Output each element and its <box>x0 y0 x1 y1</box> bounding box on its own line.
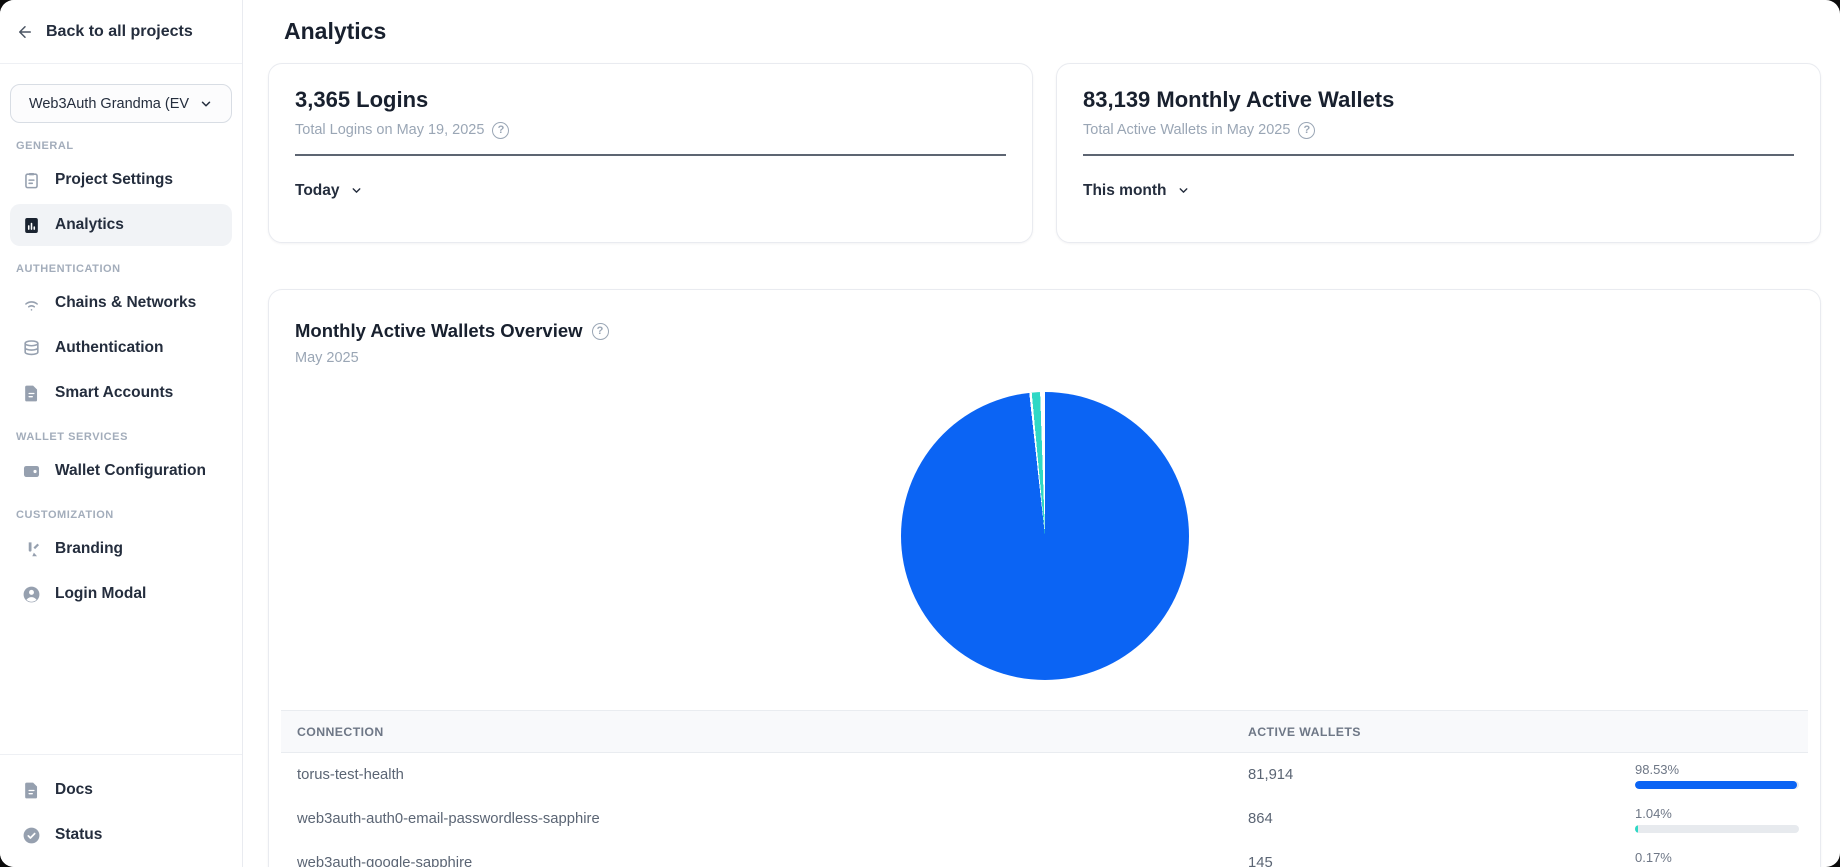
stat-cards-row: 3,365 Logins Total Logins on May 19, 202… <box>268 63 1821 243</box>
sidebar-item-branding[interactable]: Branding <box>10 528 232 570</box>
active-wallets-cell: 145 <box>1248 855 1635 867</box>
sidebar-item-label: Wallet Configuration <box>55 462 206 480</box>
chevron-down-icon <box>1177 184 1190 197</box>
section-label-authentication: AUTHENTICATION <box>16 263 226 275</box>
percent-cell: 98.53% <box>1635 762 1810 789</box>
logins-range-select[interactable]: Today <box>295 182 363 200</box>
wifi-icon <box>22 294 41 313</box>
maw-card-subtitle-row: Total Active Wallets in May 2025 ? <box>1083 122 1794 139</box>
wallet-icon <box>22 462 41 481</box>
chevron-down-icon <box>350 184 363 197</box>
overview-title: Monthly Active Wallets Overview <box>295 320 583 342</box>
sidebar-item-label: Status <box>55 826 102 844</box>
section-label-wallet-services: WALLET SERVICES <box>16 431 226 443</box>
percent-label: 0.17% <box>1635 850 1799 865</box>
maw-card-subtitle: Total Active Wallets in May 2025 <box>1083 122 1290 138</box>
sidebar-item-label: Project Settings <box>55 171 173 189</box>
percent-label: 1.04% <box>1635 806 1799 821</box>
back-button[interactable]: Back to all projects <box>0 0 242 64</box>
maw-range-select[interactable]: This month <box>1083 182 1190 200</box>
range-label: This month <box>1083 182 1167 200</box>
project-select-value: Web3Auth Grandma (EV <box>29 96 189 112</box>
table-row: web3auth-google-sapphire 145 0.17% <box>281 841 1808 867</box>
main-content: Analytics 3,365 Logins Total Logins on M… <box>243 0 1840 867</box>
project-select[interactable]: Web3Auth Grandma (EV <box>10 84 232 123</box>
sidebar-footer: Docs Status <box>0 754 242 867</box>
sidebar-item-project-settings[interactable]: Project Settings <box>10 159 232 201</box>
card-divider <box>295 154 1006 156</box>
percent-bar <box>1635 825 1799 833</box>
connection-cell: web3auth-google-sapphire <box>281 855 1248 867</box>
percent-bar-fill <box>1635 781 1797 789</box>
sidebar-item-status[interactable]: Status <box>10 814 232 856</box>
sidebar-item-label: Authentication <box>55 339 164 357</box>
sidebar-item-chains-networks[interactable]: Chains & Networks <box>10 282 232 324</box>
logins-card: 3,365 Logins Total Logins on May 19, 202… <box>268 63 1033 243</box>
overview-card: Monthly Active Wallets Overview ? May 20… <box>268 289 1821 867</box>
page-title: Analytics <box>284 18 1821 45</box>
sidebar-item-label: Smart Accounts <box>55 384 173 402</box>
maw-card-title: 83,139 Monthly Active Wallets <box>1083 86 1794 114</box>
table-header-row: CONNECTION ACTIVE WALLETS <box>281 710 1808 753</box>
sidebar-item-label: Login Modal <box>55 585 146 603</box>
section-label-general: GENERAL <box>16 140 226 152</box>
brush-icon <box>22 540 41 559</box>
sidebar-item-login-modal[interactable]: Login Modal <box>10 573 232 615</box>
sidebar-item-docs[interactable]: Docs <box>10 769 232 811</box>
check-circle-icon <box>22 826 41 845</box>
connection-cell: torus-test-health <box>281 767 1248 783</box>
range-label: Today <box>295 182 340 200</box>
overview-subtitle: May 2025 <box>269 350 1820 366</box>
arrow-left-icon <box>16 23 34 41</box>
logins-card-subtitle-row: Total Logins on May 19, 2025 ? <box>295 122 1006 139</box>
active-wallets-cell: 81,914 <box>1248 767 1635 783</box>
help-icon[interactable]: ? <box>492 122 509 139</box>
wallets-table: CONNECTION ACTIVE WALLETS torus-test-hea… <box>281 710 1808 867</box>
sidebar-item-smart-accounts[interactable]: Smart Accounts <box>10 372 232 414</box>
percent-bar-fill <box>1635 825 1638 833</box>
app-window: Back to all projects Web3Auth Grandma (E… <box>0 0 1840 867</box>
percent-cell: 0.17% <box>1635 850 1810 867</box>
analytics-icon <box>22 216 41 235</box>
connection-cell: web3auth-auth0-email-passwordless-sapphi… <box>281 811 1248 827</box>
section-label-customization: CUSTOMIZATION <box>16 509 226 521</box>
percent-label: 98.53% <box>1635 762 1799 777</box>
table-header-active-wallets: ACTIVE WALLETS <box>1248 725 1635 739</box>
table-row: torus-test-health 81,914 98.53% <box>281 753 1808 797</box>
active-wallets-cell: 864 <box>1248 811 1635 827</box>
sidebar-item-wallet-configuration[interactable]: Wallet Configuration <box>10 450 232 492</box>
percent-cell: 1.04% <box>1635 806 1810 833</box>
logins-card-title: 3,365 Logins <box>295 86 1006 114</box>
table-header-connection: CONNECTION <box>281 725 1248 739</box>
overview-title-row: Monthly Active Wallets Overview ? <box>269 320 1820 342</box>
help-icon[interactable]: ? <box>592 323 609 340</box>
chevron-down-icon <box>199 97 213 111</box>
percent-bar <box>1635 781 1799 789</box>
logins-card-subtitle: Total Logins on May 19, 2025 <box>295 122 484 138</box>
clipboard-icon <box>22 171 41 190</box>
table-row: web3auth-auth0-email-passwordless-sapphi… <box>281 797 1808 841</box>
sidebar-nav: Web3Auth Grandma (EV GENERAL Project Set… <box>0 64 242 754</box>
sidebar-item-label: Analytics <box>55 216 124 234</box>
sidebar-item-label: Branding <box>55 540 123 558</box>
sidebar-item-analytics[interactable]: Analytics <box>10 204 232 246</box>
file-icon <box>22 781 41 800</box>
back-label: Back to all projects <box>46 23 193 41</box>
user-circle-icon <box>22 585 41 604</box>
sidebar: Back to all projects Web3Auth Grandma (E… <box>0 0 243 867</box>
sidebar-item-authentication[interactable]: Authentication <box>10 327 232 369</box>
monthly-active-wallets-card: 83,139 Monthly Active Wallets Total Acti… <box>1056 63 1821 243</box>
database-icon <box>22 339 41 358</box>
sidebar-item-label: Docs <box>55 781 93 799</box>
sidebar-item-label: Chains & Networks <box>55 294 196 312</box>
pie-chart <box>901 392 1189 680</box>
file-icon <box>22 384 41 403</box>
card-divider <box>1083 154 1794 156</box>
help-icon[interactable]: ? <box>1298 122 1315 139</box>
